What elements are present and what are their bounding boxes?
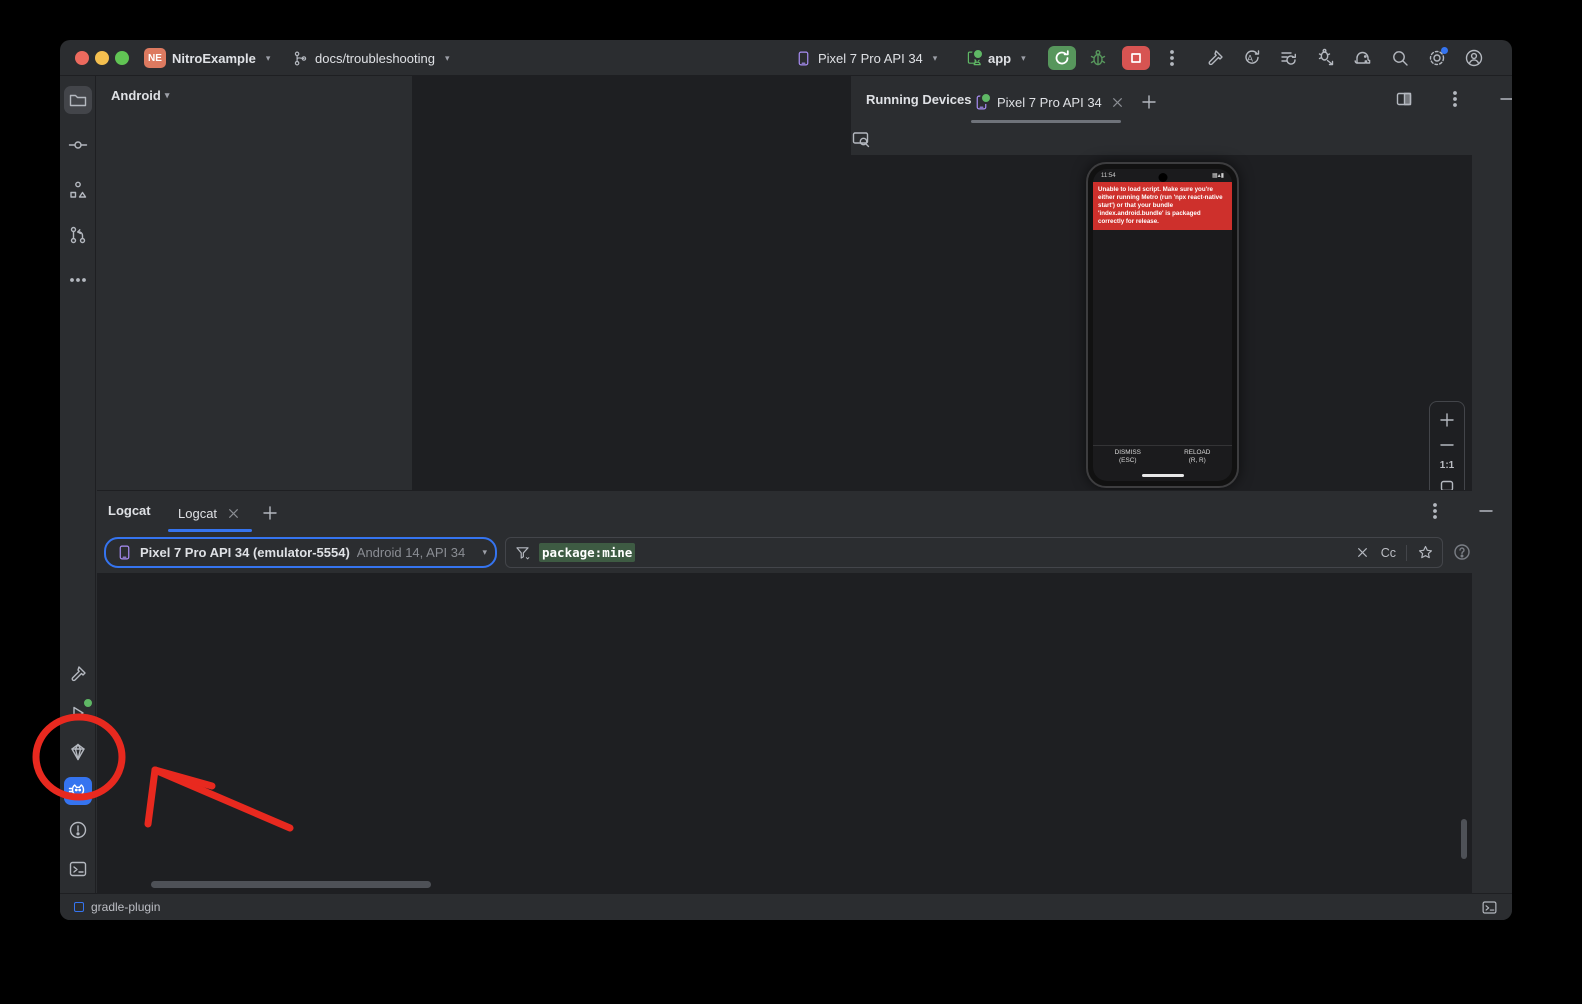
more-tool-windows-icon[interactable]	[64, 266, 92, 294]
logcat-tab[interactable]: Logcat	[178, 499, 280, 527]
logcat-gutter	[97, 573, 133, 894]
run-configuration-selector[interactable]: app▾	[965, 40, 1026, 76]
minimize-window-button[interactable]	[95, 51, 109, 65]
navigation-pill	[1142, 474, 1184, 477]
status-bar: gradle-plugin	[60, 893, 1512, 920]
svg-text:A: A	[1247, 54, 1253, 64]
emulator-viewport: 11:54▦▴▮ Unable to load script. Make sur…	[851, 156, 1472, 490]
match-case-toggle[interactable]: Cc	[1381, 546, 1396, 560]
filter-query: package:mine	[539, 543, 635, 562]
new-logcat-tab-icon[interactable]	[260, 503, 280, 523]
app-quality-insights-icon[interactable]	[64, 738, 92, 766]
module-icon	[74, 902, 84, 912]
logcat-panel: Logcat Logcat Pixel 7 Pro API 34 (emulat…	[97, 490, 1472, 893]
branch-icon	[292, 50, 309, 67]
zoom-in-icon[interactable]	[1437, 410, 1457, 430]
logcat-filter-input[interactable]: package:mine Cc	[505, 537, 1443, 568]
logcat-tool-icon[interactable]	[64, 777, 92, 805]
build-tool-icon[interactable]	[64, 660, 92, 688]
debug-button[interactable]	[1088, 48, 1108, 68]
close-window-button[interactable]	[75, 51, 89, 65]
screen-magnifier-icon[interactable]	[851, 129, 871, 149]
rn-stack-trace	[1093, 230, 1232, 234]
build-icon[interactable]	[1205, 48, 1225, 68]
dismiss-button[interactable]: DISMISS(ESC)	[1093, 446, 1163, 467]
device-icon	[795, 50, 812, 67]
hide-panel-icon[interactable]	[1497, 89, 1512, 109]
active-tab-underline	[168, 529, 252, 532]
logcat-panel-title: Logcat	[108, 503, 151, 518]
terminal-tool-icon[interactable]	[64, 855, 92, 883]
logcat-device-selector[interactable]: Pixel 7 Pro API 34 (emulator-5554) Andro…	[104, 537, 497, 568]
vertical-scrollbar[interactable]	[1461, 819, 1467, 859]
rn-error-banner: Unable to load script. Make sure you're …	[1093, 182, 1232, 230]
running-devices-panel: Running Devices Pixel 7 Pro API 34 11:54…	[850, 76, 1472, 490]
favorite-filter-icon[interactable]	[1417, 544, 1434, 561]
panel-more-icon[interactable]	[1445, 89, 1465, 109]
rerun-icon	[1052, 48, 1072, 68]
run-tool-icon[interactable]	[64, 699, 92, 727]
emulator-phone[interactable]: 11:54▦▴▮ Unable to load script. Make sur…	[1086, 162, 1239, 488]
rerun-button[interactable]	[1048, 46, 1076, 70]
project-panel: Android▾	[97, 76, 413, 490]
project-view-selector[interactable]: Android▾	[97, 76, 412, 113]
device-tab-icon	[973, 94, 990, 111]
left-tool-strip	[60, 76, 96, 893]
status-module-label: gradle-plugin	[91, 900, 160, 914]
help-icon[interactable]	[1452, 542, 1472, 562]
ide-window: NE NitroExample▾ docs/troubleshooting▾ P…	[60, 40, 1512, 920]
stop-icon	[1126, 48, 1146, 68]
commit-tool-icon[interactable]	[64, 131, 92, 159]
settings-icon[interactable]	[1427, 48, 1447, 68]
title-bar: NE NitroExample▾ docs/troubleshooting▾ P…	[60, 40, 1512, 76]
search-everywhere-icon[interactable]	[1390, 48, 1410, 68]
horizontal-scrollbar[interactable]	[151, 881, 431, 888]
log-output	[97, 573, 1472, 894]
android-icon	[965, 50, 982, 67]
device-selector[interactable]: Pixel 7 Pro API 34▾	[795, 40, 937, 76]
layout-options-icon[interactable]	[1394, 89, 1414, 109]
gradle-sync-icon[interactable]	[1353, 48, 1373, 68]
pull-requests-tool-icon[interactable]	[64, 221, 92, 249]
maximize-window-button[interactable]	[115, 51, 129, 65]
project-tool-icon[interactable]	[64, 86, 92, 114]
emulator-toolbar	[851, 122, 1472, 156]
code-with-me-icon[interactable]: A	[1242, 48, 1262, 68]
editor-area	[413, 76, 850, 490]
device-tab[interactable]: Pixel 7 Pro API 34	[973, 86, 1159, 118]
more-actions-icon[interactable]	[1162, 48, 1182, 68]
branch-selector[interactable]: docs/troubleshooting▾	[292, 40, 450, 76]
attach-debugger-icon[interactable]	[1316, 48, 1336, 68]
emulator-screen: 11:54▦▴▮ Unable to load script. Make sur…	[1093, 169, 1232, 481]
project-selector[interactable]: NitroExample▾	[172, 40, 270, 76]
profile-icon[interactable]	[1464, 48, 1484, 68]
clear-filter-icon[interactable]	[1354, 544, 1371, 561]
logcat-more-icon[interactable]	[1425, 501, 1445, 521]
project-badge: NE	[144, 48, 166, 68]
new-tab-icon[interactable]	[1139, 92, 1159, 112]
combo-device-icon	[116, 544, 133, 561]
hide-logcat-icon[interactable]	[1476, 501, 1496, 521]
structure-tool-icon[interactable]	[64, 176, 92, 204]
feedback-icon[interactable]	[1481, 899, 1498, 916]
sync-icon[interactable]	[1279, 48, 1299, 68]
zoom-out-icon[interactable]	[1437, 435, 1457, 455]
close-logcat-tab-icon[interactable]	[225, 505, 242, 522]
camera-punch-hole	[1158, 173, 1167, 182]
problems-tool-icon[interactable]	[64, 816, 92, 844]
zoom-reset-button[interactable]: 1:1	[1440, 460, 1454, 471]
reload-button[interactable]: RELOAD(R, R)	[1163, 446, 1233, 467]
stop-button[interactable]	[1122, 46, 1150, 70]
close-tab-icon[interactable]	[1109, 94, 1126, 111]
filter-funnel-icon[interactable]	[514, 544, 531, 561]
running-devices-title: Running Devices	[866, 92, 971, 107]
